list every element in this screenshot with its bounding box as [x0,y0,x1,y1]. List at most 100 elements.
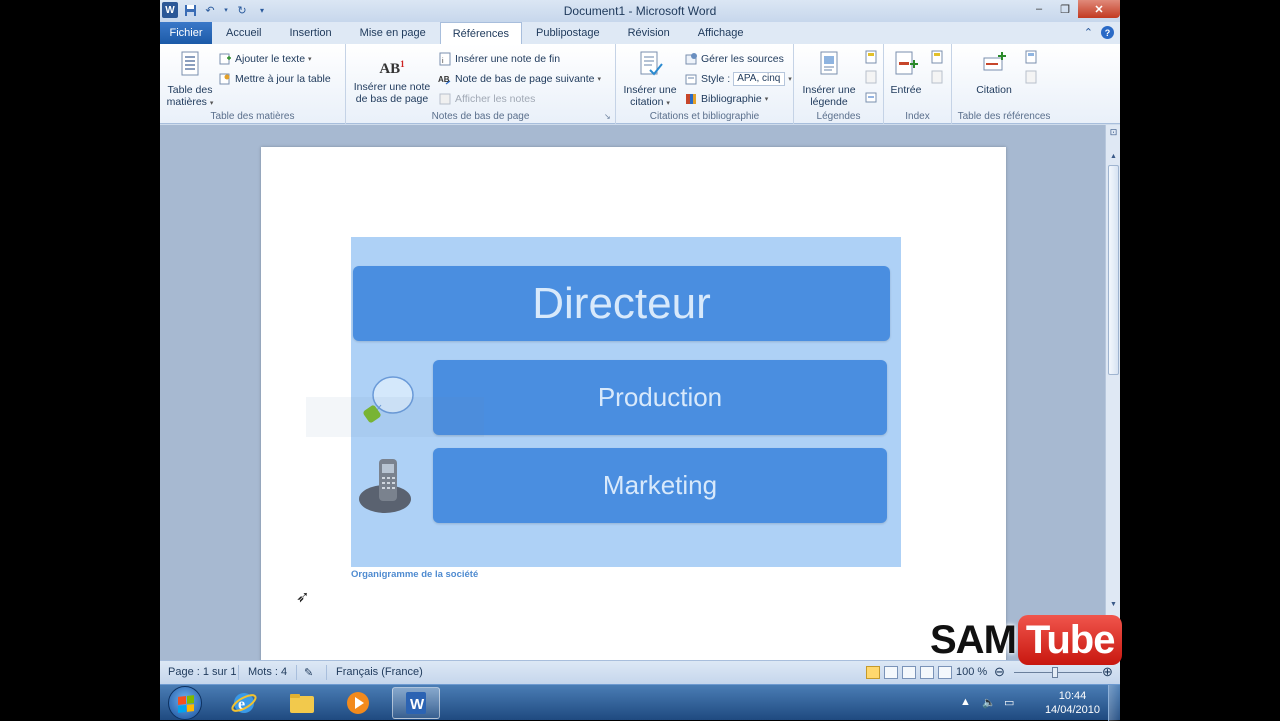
mark-entry-button[interactable]: Entrée [886,50,926,96]
show-desktop-button[interactable] [1108,685,1120,721]
document-area: Directeur Production Marketing Organigra… [160,125,1105,660]
media-player-icon[interactable] [334,687,382,719]
next-footnote-icon: AB [438,75,451,85]
maximize-button[interactable]: ❐ [1052,0,1078,18]
zoom-level[interactable]: 100 % [956,666,987,678]
insert-footnote-button[interactable]: AB1 Insérer une note de bas de page [350,50,434,105]
style-value[interactable]: APA, cinq [733,72,786,86]
ruler-toggle-icon[interactable]: ⊡ [1106,127,1121,138]
draft-view-icon[interactable] [938,666,952,679]
help-icon[interactable]: ? [1101,26,1114,39]
update-table-button[interactable]: Mettre à jour la table [218,72,331,86]
update-figures-table-icon[interactable] [864,70,878,84]
zoom-out-icon[interactable]: ⊖ [994,664,1005,680]
endnote-icon: i [439,52,451,66]
mark-citation-icon [983,52,1006,71]
start-button[interactable] [168,686,202,720]
zoom-slider-knob[interactable] [1052,667,1058,678]
insert-toa-icon[interactable] [1024,50,1038,64]
citation-label-1: Insérer une [623,84,677,96]
mark-citation-button[interactable]: Citation [972,50,1016,96]
next-footnote-button[interactable]: AB Note de bas de page suivante ▾ [438,72,601,86]
tab-references[interactable]: Références [439,22,522,44]
word-count[interactable]: Mots : 4 [248,666,287,678]
insert-index-icon[interactable] [930,50,944,64]
toc-button[interactable]: Table des matières ▾ [164,50,216,110]
footnote-label-2: de bas de page [355,93,429,105]
insert-caption-button[interactable]: Insérer une légende [796,50,862,108]
page-count[interactable]: Page : 1 sur 1 [168,666,237,678]
cross-reference-icon[interactable] [864,90,878,104]
black-border-right [1120,0,1280,684]
document-page[interactable]: Directeur Production Marketing Organigra… [261,147,1006,660]
windows-logo-icon [178,695,194,713]
update-toa-icon[interactable] [1024,70,1038,84]
window-controls: – ❐ ✕ [1026,0,1120,18]
bibliography-label: Bibliographie [701,93,762,105]
mini-toolbar[interactable] [306,397,484,437]
marketing-box[interactable]: Marketing [433,448,887,523]
manage-sources-button[interactable]: Gérer les sources [684,52,784,66]
phone-icon [359,459,411,513]
add-text-button[interactable]: Ajouter le texte ▾ [218,52,312,66]
tab-accueil[interactable]: Accueil [212,22,275,44]
tab-revision[interactable]: Révision [614,22,684,44]
captions-group-label: Légendes [816,111,861,122]
minimize-button[interactable]: – [1026,0,1052,18]
style-dropdown[interactable]: Style : APA, cinq ▾ [684,72,792,86]
insert-endnote-button[interactable]: i Insérer une note de fin [438,52,560,66]
zoom-in-icon[interactable]: ⊕ [1102,664,1113,680]
view-buttons [866,666,952,679]
print-layout-view-icon[interactable] [866,666,880,679]
footnotes-dialog-launcher-icon[interactable]: ↘ [604,113,612,121]
update-index-icon[interactable] [930,70,944,84]
full-screen-view-icon[interactable] [884,666,898,679]
mark-entry-icon [895,51,918,75]
caption-label-2: légende [810,96,848,108]
footnote-icon: AB1 [378,50,406,78]
word-taskbar-icon[interactable]: W [392,687,440,719]
add-text-label: Ajouter le texte [235,53,306,65]
tab-mise-en-page[interactable]: Mise en page [346,22,440,44]
scroll-down-icon[interactable]: ▼ [1106,601,1121,608]
scroll-up-icon[interactable]: ▲ [1106,153,1121,160]
group-index: Entrée Index [884,44,952,124]
toc-group-label: Table des matières [210,111,295,122]
file-explorer-icon[interactable] [278,687,326,719]
zoom-slider[interactable] [1014,672,1102,673]
samtube-logo-tube: Tube [1017,615,1123,665]
outline-view-icon[interactable] [920,666,934,679]
tab-affichage[interactable]: Affichage [684,22,758,44]
add-text-icon [219,53,231,65]
proofing-icon[interactable]: ✎ [304,666,313,679]
group-citations: Insérer une citation ▾ Gérer les sources… [616,44,794,124]
vertical-scrollbar[interactable]: ⊡ ▲ ▼ ▴ ○ ▾ [1105,125,1120,660]
toc-label-1: Table des [167,84,213,96]
network-icon[interactable]: ▭ [1004,696,1014,709]
tab-publipostage[interactable]: Publipostage [522,22,614,44]
insert-citation-icon [640,51,663,76]
citations-group-label: Citations et bibliographie [649,111,760,122]
internet-explorer-icon[interactable]: e [220,687,268,719]
tray-expand-icon[interactable]: ▲ [960,696,971,708]
language-status[interactable]: Français (France) [336,666,423,678]
bibliography-button[interactable]: Bibliographie ▾ [684,92,768,106]
show-notes-button[interactable]: Afficher les notes [438,92,535,106]
group-legendes: Insérer une légende Légendes [794,44,884,124]
insert-citation-button[interactable]: Insérer une citation ▾ [618,50,682,110]
clock[interactable]: 10:44 14/04/2010 [1045,689,1100,717]
close-button[interactable]: ✕ [1078,0,1120,18]
tab-fichier[interactable]: Fichier [160,22,212,44]
volume-icon[interactable]: 🔈 [982,696,996,709]
scrollbar-thumb[interactable] [1108,165,1119,375]
minimize-ribbon-icon[interactable]: ⌃ [1084,26,1093,39]
system-tray: ▲ 🔈 ▭ 10:44 14/04/2010 [950,685,1120,721]
director-box[interactable]: Directeur [353,266,890,341]
insert-table-of-figures-icon[interactable] [864,50,878,64]
style-label: Style : [701,73,731,85]
caption-label-1: Insérer une [802,84,856,96]
production-box[interactable]: Production [433,360,887,435]
insert-caption-icon [820,51,838,75]
web-layout-view-icon[interactable] [902,666,916,679]
tab-insertion[interactable]: Insertion [275,22,345,44]
